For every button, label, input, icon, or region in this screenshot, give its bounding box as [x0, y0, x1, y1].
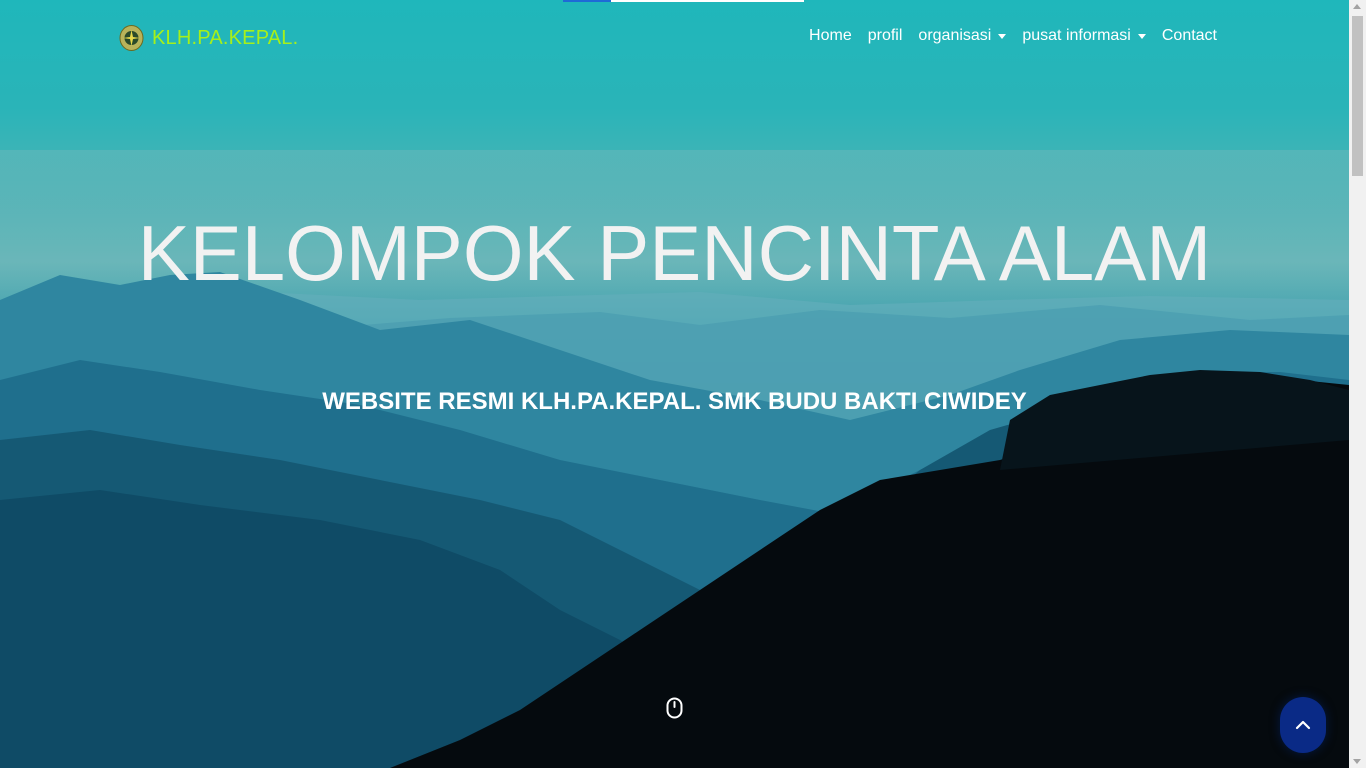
- scrollbar-thumb[interactable]: [1352, 16, 1363, 176]
- nav-organisasi-label: organisasi: [918, 27, 992, 44]
- brand-name: KLH.PA.KEPAL.: [152, 26, 299, 49]
- nav-contact[interactable]: Contact: [1154, 27, 1225, 45]
- nav-profil[interactable]: profil: [860, 27, 911, 45]
- nav-home-label: Home: [809, 27, 852, 44]
- page-scrollbar[interactable]: [1349, 0, 1366, 768]
- nav-organisasi-dropdown[interactable]: organisasi: [910, 27, 1014, 45]
- main-nav: Home profil organisasi pusat informasi C…: [801, 27, 1225, 45]
- nav-pusat-informasi-dropdown[interactable]: pusat informasi: [1014, 27, 1154, 45]
- nav-contact-label: Contact: [1161, 27, 1217, 44]
- hero-section: KELOMPOK PENCINTA ALAM WEBSITE RESMI KLH…: [0, 0, 1349, 768]
- hero-title: KELOMPOK PENCINTA ALAM: [137, 209, 1212, 297]
- hero-subtitle: WEBSITE RESMI KLH.PA.KEPAL. SMK BUDU BAK…: [322, 388, 1027, 415]
- brand-link[interactable]: KLH.PA.KEPAL.: [119, 24, 298, 52]
- scroll-down-arrow-icon[interactable]: [1353, 759, 1361, 764]
- navbar: KLH.PA.KEPAL. Home profil organisasi pus…: [0, 0, 1349, 75]
- compass-emblem-icon: [119, 25, 144, 51]
- nav-pusat-informasi-label: pusat informasi: [1022, 27, 1131, 44]
- scroll-up-arrow-icon[interactable]: [1353, 4, 1361, 9]
- back-to-top-button[interactable]: [1280, 697, 1326, 753]
- nav-profil-label: profil: [867, 27, 903, 44]
- mountain-background: [0, 150, 1349, 768]
- caret-down-icon: [998, 33, 1007, 39]
- nav-home[interactable]: Home: [801, 27, 860, 45]
- caret-down-icon: [1137, 33, 1146, 39]
- chevron-up-icon: [1295, 720, 1311, 730]
- mouse-scroll-icon[interactable]: [666, 697, 683, 719]
